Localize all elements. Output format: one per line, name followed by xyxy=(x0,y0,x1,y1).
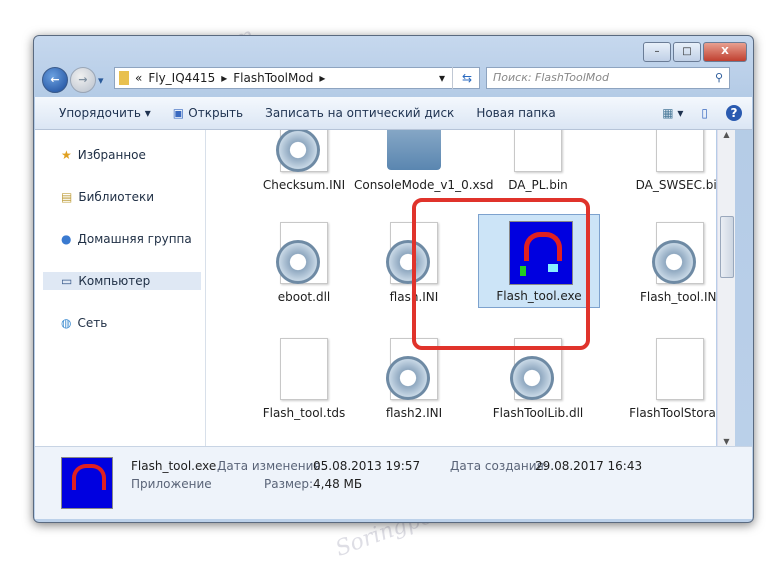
burn-button[interactable]: Записать на оптический диск xyxy=(254,106,465,120)
breadcrumb-fly[interactable]: Fly_IQ4415 xyxy=(148,71,215,85)
close-button[interactable]: X xyxy=(703,42,747,62)
xsd-file-icon xyxy=(384,130,444,172)
star-icon: ★ xyxy=(61,148,72,162)
open-label: Открыть xyxy=(188,106,244,120)
recent-pages-dropdown[interactable]: ▾ xyxy=(98,74,104,87)
file-name: ConsoleMode_v1_0.xsd xyxy=(354,178,494,192)
file-item[interactable]: FlashToolLib.dll xyxy=(478,338,598,420)
organize-button[interactable]: Упорядочить ▾ xyxy=(35,106,162,120)
address-dropdown[interactable]: ▾ xyxy=(439,71,445,85)
breadcrumb-flashtoolmod[interactable]: FlashToolMod xyxy=(233,71,313,85)
details-file-type: Приложение xyxy=(131,477,212,491)
created-label: Дата создания: xyxy=(450,459,548,473)
doc-file-icon xyxy=(274,338,334,400)
file-name: DA_SWSEC.bin xyxy=(635,178,716,192)
search-icon[interactable]: ⚲ xyxy=(715,68,723,88)
scrollbar-thumb[interactable] xyxy=(720,216,734,278)
created-value: 29.08.2017 16:43 xyxy=(535,459,643,473)
file-name: flash2.INI xyxy=(385,406,443,420)
highlight-frame xyxy=(412,198,590,350)
file-item[interactable]: DA_PL.bin xyxy=(478,130,598,192)
file-item[interactable]: ConsoleMode_v1_0.xsd xyxy=(354,130,494,192)
file-name: Flash_tool.INI xyxy=(639,290,716,304)
minimize-button[interactable]: – xyxy=(643,42,671,62)
details-file-name: Flash_tool.exe xyxy=(131,459,217,473)
open-icon: ▣ xyxy=(172,106,189,120)
library-icon: ▤ xyxy=(61,190,73,204)
breadcrumb-separator[interactable]: ▸ xyxy=(319,71,325,85)
search-input[interactable]: Поиск: FlashToolMod ⚲ xyxy=(486,67,730,89)
view-icon: ▦ xyxy=(662,106,674,120)
file-name: FlashToolLib.dll xyxy=(492,406,584,420)
sidebar-item-computer[interactable]: ▭ Компьютер xyxy=(43,272,201,290)
views-button[interactable]: ▦ ▾ xyxy=(662,106,683,120)
new-folder-button[interactable]: Новая папка xyxy=(465,106,566,120)
file-item[interactable]: flash2.INI xyxy=(354,338,474,420)
breadcrumb-separator[interactable]: ▸ xyxy=(221,71,227,85)
sidebar-item-favorites[interactable]: ★ Избранное xyxy=(61,148,146,162)
sidebar-item-network[interactable]: ◍ Сеть xyxy=(61,316,107,330)
sidebar-label: Компьютер xyxy=(78,274,151,288)
sidebar-label: Избранное xyxy=(77,148,146,162)
file-name: Checksum.INI xyxy=(262,178,346,192)
views-dropdown: ▾ xyxy=(677,106,684,120)
overflow-chevron[interactable]: « xyxy=(135,71,142,85)
preview-pane-icon[interactable]: ▯ xyxy=(701,106,708,120)
navigation-pane: ★ Избранное ▤ Библиотеки ● Домашняя группа … xyxy=(35,130,206,446)
homegroup-icon: ● xyxy=(61,232,72,246)
help-button[interactable]: ? xyxy=(726,105,742,121)
file-item[interactable]: Flash_tool.tds xyxy=(244,338,364,420)
forward-button[interactable]: → xyxy=(70,67,96,93)
details-pane: Flash_tool.exe Дата изменения: 05.08.201… xyxy=(35,446,752,519)
dll-file-icon xyxy=(274,222,334,284)
file-item[interactable]: Flash_tool.INI xyxy=(620,222,716,304)
file-item[interactable]: Checksum.INI xyxy=(244,130,364,192)
vertical-scrollbar[interactable]: ▲ ▼ xyxy=(717,130,735,446)
doc-file-icon xyxy=(650,338,710,400)
network-icon: ◍ xyxy=(61,316,72,330)
sidebar-label: Домашняя группа xyxy=(77,232,192,246)
file-name: eboot.dll xyxy=(277,290,331,304)
open-button[interactable]: ▣ Открыть xyxy=(162,106,254,120)
search-placeholder: Поиск: FlashToolMod xyxy=(493,71,609,84)
bin-file-icon xyxy=(508,130,568,172)
flash-tool-app-icon xyxy=(61,457,113,509)
computer-icon: ▭ xyxy=(61,274,73,288)
folder-icon xyxy=(119,71,129,85)
explorer-window: – □ X ← → ▾ « Fly_IQ4415 ▸ FlashToolMod … xyxy=(33,35,754,523)
sidebar-item-homegroup[interactable]: ● Домашняя группа xyxy=(61,232,192,246)
refresh-button[interactable]: ⇆ xyxy=(452,67,481,89)
bin-file-icon xyxy=(650,130,710,172)
back-button[interactable]: ← xyxy=(42,67,68,93)
size-label: Размер: xyxy=(264,477,314,491)
sidebar-label: Сеть xyxy=(77,316,108,330)
file-item[interactable]: DA_SWSEC.bin xyxy=(620,130,716,192)
sidebar-label: Библиотеки xyxy=(78,190,155,204)
ini-file-icon xyxy=(274,130,334,172)
toolbar: Упорядочить ▾ ▣ Открыть Записать на опти… xyxy=(35,97,752,130)
ini-file-icon xyxy=(650,222,710,284)
file-name: DA_PL.bin xyxy=(508,178,568,192)
modified-value: 05.08.2013 19:57 xyxy=(313,459,421,473)
file-name: FlashToolStorage xyxy=(629,406,716,420)
file-name: Flash_tool.tds xyxy=(262,406,346,420)
modified-label: Дата изменения: xyxy=(217,459,325,473)
file-item[interactable]: eboot.dll xyxy=(244,222,364,304)
maximize-button[interactable]: □ xyxy=(673,42,701,62)
file-item[interactable]: FlashToolStorage xyxy=(620,338,716,420)
sidebar-item-libraries[interactable]: ▤ Библиотеки xyxy=(61,190,154,204)
address-bar[interactable]: « Fly_IQ4415 ▸ FlashToolMod ▸ ▾ xyxy=(114,67,480,89)
size-value: 4,48 МБ xyxy=(313,477,363,491)
